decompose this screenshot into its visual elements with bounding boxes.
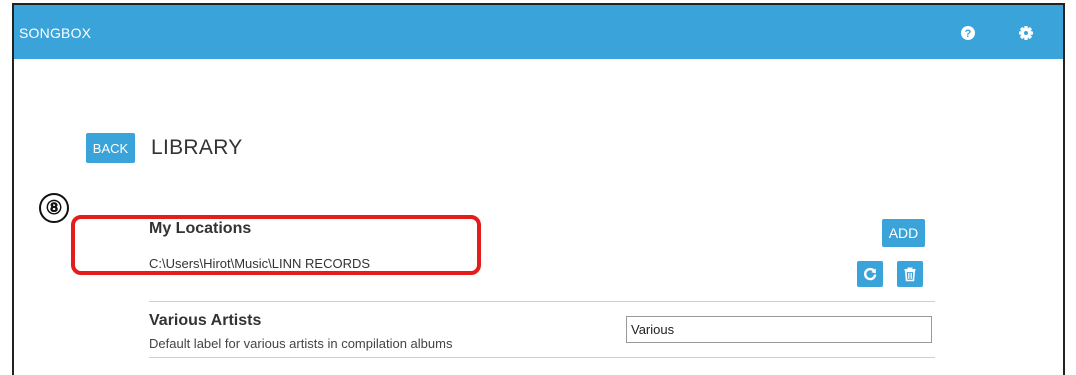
help-icon[interactable]: ? (959, 24, 977, 42)
various-artists-title: Various Artists (149, 312, 262, 329)
refresh-location-button[interactable] (857, 261, 883, 287)
various-artists-input[interactable] (626, 316, 932, 343)
section-divider (149, 357, 935, 358)
trash-icon (904, 267, 916, 282)
app-title: SONGBOX (19, 25, 92, 41)
section-divider (149, 301, 935, 302)
back-button[interactable]: BACK (86, 133, 135, 163)
top-bar: SONGBOX ? (14, 5, 1063, 59)
add-location-button[interactable]: ADD (882, 219, 925, 247)
various-artists-description: Default label for various artists in com… (149, 336, 453, 351)
location-path-item: C:\Users\Hirot\Music\LINN RECORDS (149, 256, 371, 271)
svg-text:?: ? (965, 28, 972, 40)
my-locations-title: My Locations (149, 220, 252, 237)
delete-location-button[interactable] (897, 261, 923, 287)
page-title: LIBRARY (151, 136, 243, 159)
gear-icon[interactable] (1017, 24, 1035, 42)
app-window: SONGBOX ? BACK LIBRARY ⑧ My Locations C:… (12, 3, 1065, 375)
callout-number: ⑧ (39, 193, 69, 223)
refresh-icon (864, 267, 877, 281)
